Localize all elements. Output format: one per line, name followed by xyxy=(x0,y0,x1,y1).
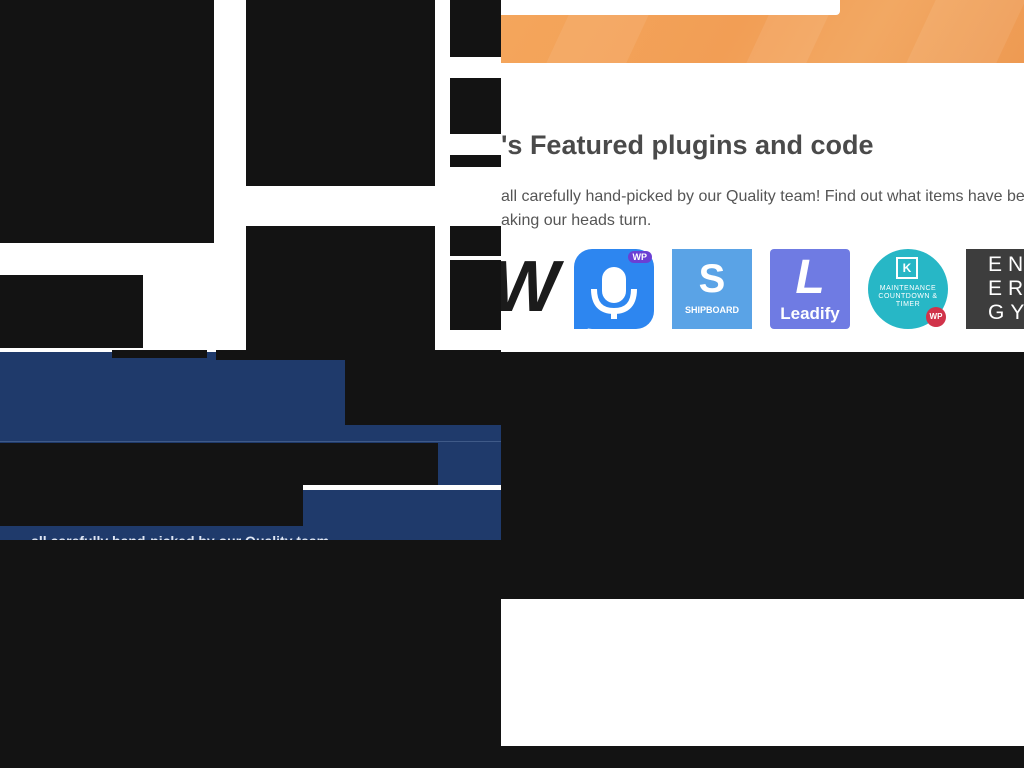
energy-line: EN xyxy=(988,253,1024,276)
redaction-block xyxy=(112,350,207,358)
redaction-block xyxy=(0,443,438,485)
white-accent-bar xyxy=(303,485,501,490)
shipboard-s-icon: S xyxy=(698,257,726,301)
leadify-l-icon: L xyxy=(795,251,825,304)
redaction-block xyxy=(501,352,1024,599)
leadify-label: Leadify xyxy=(780,304,840,323)
energy-line: GY xyxy=(988,301,1024,324)
featured-desc-line: aking our heads turn. xyxy=(501,212,652,229)
redaction-block xyxy=(0,0,214,243)
navy-divider xyxy=(0,441,501,442)
wp-badge-label: WP xyxy=(632,252,648,262)
redaction-block xyxy=(246,226,435,352)
redaction-block xyxy=(501,746,1024,768)
tile-leadify[interactable]: L Leadify xyxy=(770,249,850,329)
redaction-block xyxy=(0,275,143,348)
tile-shipboard[interactable]: S SHIPBOARD xyxy=(672,249,752,329)
redaction-block xyxy=(450,155,501,167)
featured-section-description: all carefully hand-picked by our Quality… xyxy=(501,185,1024,233)
shipboard-label: SHIPBOARD xyxy=(684,305,739,315)
redaction-block xyxy=(246,0,435,186)
wp-badge: WP xyxy=(926,307,946,327)
redaction-block xyxy=(450,260,501,330)
redaction-block xyxy=(0,540,501,768)
featured-desc-line: all carefully hand-picked by our Quality… xyxy=(501,188,1024,205)
energy-label: EN ER GY xyxy=(988,253,1024,325)
hero-banner xyxy=(501,0,1024,63)
w-logo-icon: W xyxy=(491,247,559,327)
featured-section-title: 's Featured plugins and code xyxy=(501,130,874,160)
tile-voice-wp[interactable]: WP xyxy=(574,249,654,329)
redaction-block xyxy=(450,0,501,57)
redaction-block xyxy=(450,226,501,256)
tile-energy[interactable]: EN ER GY xyxy=(966,249,1024,329)
redaction-block xyxy=(0,485,303,526)
wp-badge: WP xyxy=(627,251,652,263)
k-logo-icon: K xyxy=(896,257,918,279)
redaction-block xyxy=(450,78,501,134)
hero-search-box[interactable] xyxy=(501,0,840,15)
tile-partial-w-logo[interactable]: W xyxy=(491,249,559,329)
wp-badge-label: WP xyxy=(929,312,943,321)
hero-facet xyxy=(906,0,1024,63)
tile-maintenance-countdown[interactable]: K MAINTENANCE COUNTDOWN & TIMER WP xyxy=(868,249,948,329)
maintenance-label: MAINTENANCE COUNTDOWN & TIMER xyxy=(878,285,938,308)
energy-line: ER xyxy=(988,277,1024,300)
